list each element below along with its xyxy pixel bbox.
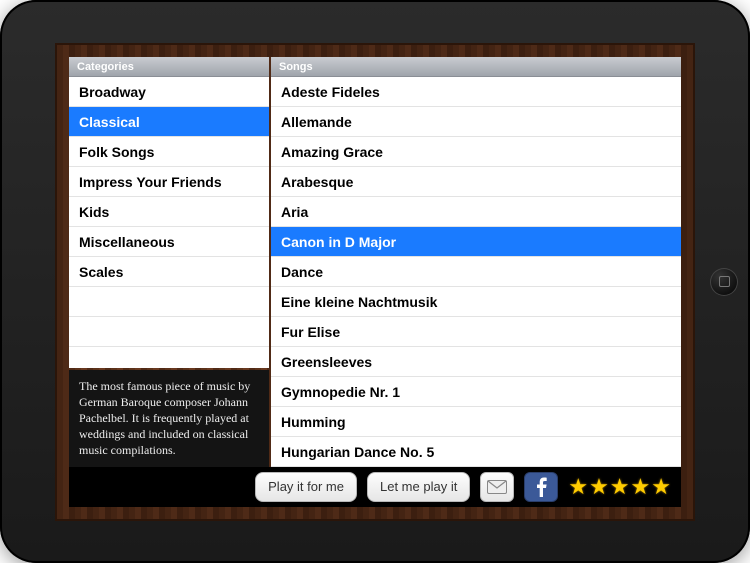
category-row[interactable]: Kids bbox=[69, 197, 269, 227]
category-row-empty bbox=[69, 287, 269, 317]
song-row[interactable]: Amazing Grace bbox=[271, 137, 681, 167]
star-icon[interactable]: ★ bbox=[589, 476, 609, 498]
toolbar: Play it for me Let me play it ★★★★★ bbox=[69, 467, 681, 507]
song-row[interactable]: Allemande bbox=[271, 107, 681, 137]
mail-icon bbox=[487, 480, 507, 494]
song-row[interactable]: Humming bbox=[271, 407, 681, 437]
category-row-empty bbox=[69, 347, 269, 368]
song-row[interactable]: Greensleeves bbox=[271, 347, 681, 377]
song-description: The most famous piece of music by German… bbox=[69, 370, 269, 467]
category-row[interactable]: Broadway bbox=[69, 77, 269, 107]
song-row[interactable]: Aria bbox=[271, 197, 681, 227]
app-surface: Categories BroadwayClassicalFolk SongsIm… bbox=[55, 43, 695, 521]
categories-panel: Categories BroadwayClassicalFolk SongsIm… bbox=[69, 57, 269, 368]
left-stack: Categories BroadwayClassicalFolk SongsIm… bbox=[69, 57, 269, 467]
facebook-button[interactable] bbox=[524, 472, 558, 502]
category-row[interactable]: Classical bbox=[69, 107, 269, 137]
play-it-button[interactable]: Play it for me bbox=[255, 472, 357, 502]
song-row[interactable]: Gymnopedie Nr. 1 bbox=[271, 377, 681, 407]
song-row[interactable]: Canon in D Major bbox=[271, 227, 681, 257]
category-row[interactable]: Scales bbox=[69, 257, 269, 287]
categories-list: BroadwayClassicalFolk SongsImpress Your … bbox=[69, 77, 269, 368]
facebook-icon bbox=[535, 477, 547, 497]
song-row[interactable]: Hungarian Dance No. 5 bbox=[271, 437, 681, 467]
star-icon[interactable]: ★ bbox=[568, 476, 588, 498]
songs-list: Adeste FidelesAllemandeAmazing GraceArab… bbox=[271, 77, 681, 467]
main-panels: Categories BroadwayClassicalFolk SongsIm… bbox=[69, 57, 681, 467]
star-icon[interactable]: ★ bbox=[610, 476, 630, 498]
star-icon[interactable]: ★ bbox=[651, 476, 671, 498]
rating-stars[interactable]: ★★★★★ bbox=[568, 476, 671, 498]
let-me-play-button[interactable]: Let me play it bbox=[367, 472, 470, 502]
categories-header: Categories bbox=[69, 57, 269, 77]
category-row-empty bbox=[69, 317, 269, 347]
category-row[interactable]: Miscellaneous bbox=[69, 227, 269, 257]
star-icon[interactable]: ★ bbox=[631, 476, 651, 498]
songs-panel: Songs Adeste FidelesAllemandeAmazing Gra… bbox=[271, 57, 681, 467]
song-row[interactable]: Eine kleine Nachtmusik bbox=[271, 287, 681, 317]
home-button[interactable] bbox=[710, 268, 738, 296]
song-row[interactable]: Adeste Fideles bbox=[271, 77, 681, 107]
songs-header: Songs bbox=[271, 57, 681, 77]
song-row[interactable]: Arabesque bbox=[271, 167, 681, 197]
category-row[interactable]: Folk Songs bbox=[69, 137, 269, 167]
category-row[interactable]: Impress Your Friends bbox=[69, 167, 269, 197]
ipad-frame: Categories BroadwayClassicalFolk SongsIm… bbox=[0, 0, 750, 563]
mail-button[interactable] bbox=[480, 472, 514, 502]
song-row[interactable]: Dance bbox=[271, 257, 681, 287]
song-row[interactable]: Fur Elise bbox=[271, 317, 681, 347]
